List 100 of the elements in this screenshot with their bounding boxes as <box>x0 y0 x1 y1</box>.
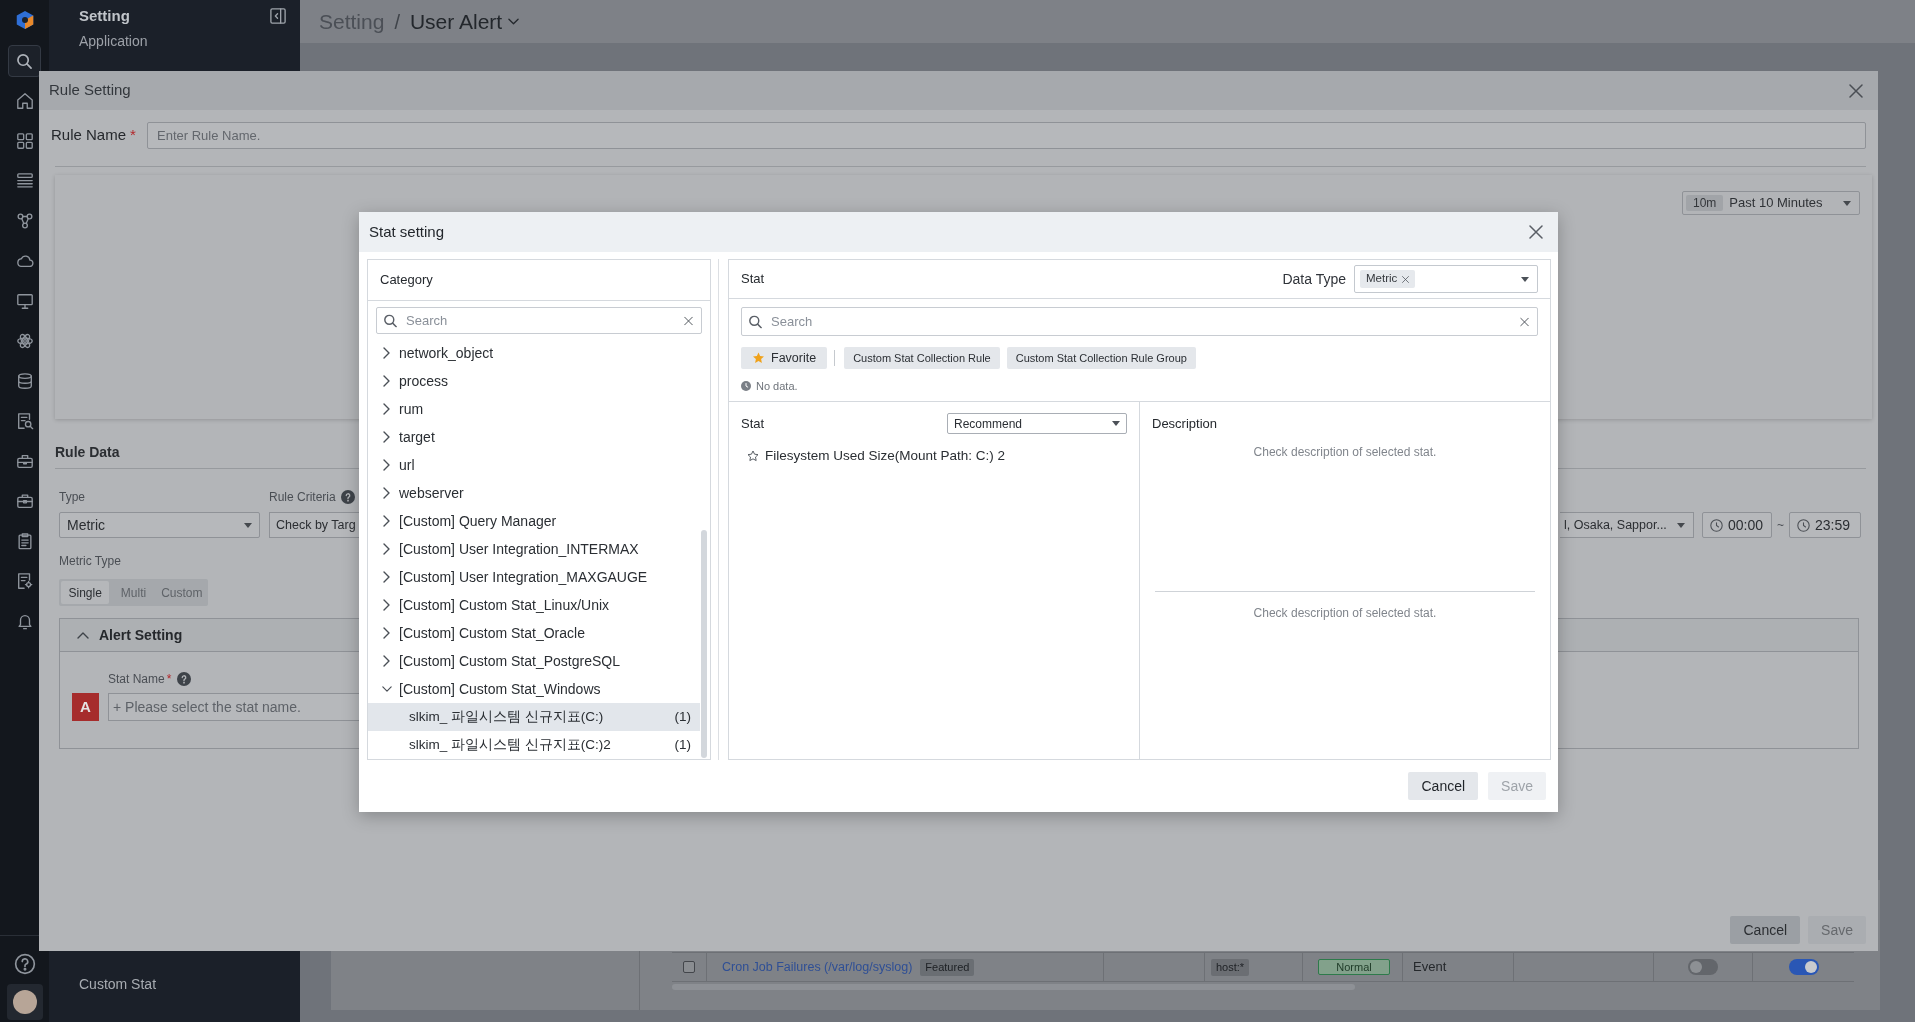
help-icon[interactable] <box>13 953 36 975</box>
tree-item[interactable]: [Custom] Query Manager <box>368 507 700 535</box>
avatar-icon[interactable] <box>12 990 37 1014</box>
nodes-icon[interactable] <box>15 212 34 230</box>
clipboard-icon[interactable] <box>15 532 34 550</box>
dropdown[interactable]: l, Osaka, Sappor... <box>1560 512 1694 538</box>
filter-chip[interactable]: Custom Stat Collection Rule Group <box>1006 347 1196 369</box>
time-field[interactable]: 23:59 <box>1789 512 1861 538</box>
filter-chip[interactable]: Custom Stat Collection Rule <box>844 347 1000 369</box>
tree-item[interactable]: target <box>368 423 700 451</box>
clock-icon <box>1710 518 1723 532</box>
chevron-right-icon[interactable] <box>383 403 390 415</box>
clear-icon[interactable] <box>1520 317 1529 326</box>
search-icon <box>749 315 762 328</box>
tree-item[interactable]: [Custom] Custom Stat_Oracle <box>368 619 700 647</box>
logo-icon <box>15 10 34 30</box>
tree-item[interactable]: [Custom] User Integration_MAXGAUGE <box>368 563 700 591</box>
tree-item[interactable]: webserver <box>368 479 700 507</box>
star-icon[interactable] <box>747 450 759 462</box>
close-icon[interactable] <box>1529 225 1543 239</box>
chevron-right-icon[interactable] <box>383 515 390 527</box>
caret-icon <box>1112 421 1120 426</box>
chevron-right-icon[interactable] <box>383 431 390 443</box>
field-label: Rule Criteria <box>269 489 336 506</box>
segment-tab[interactable]: Single <box>61 581 110 604</box>
sidebar-item[interactable]: Application <box>79 32 148 50</box>
dialog-title: Rule Setting <box>49 80 131 101</box>
chevron-right-icon[interactable] <box>383 627 390 639</box>
search-field[interactable]: Search <box>376 307 702 334</box>
field-label: Metric Type <box>59 553 121 569</box>
chevron-right-icon[interactable] <box>383 543 390 555</box>
tree-item[interactable]: [Custom] Custom Stat_PostgreSQL <box>368 647 700 675</box>
hint-text: Check description of selected stat. <box>1253 444 1437 460</box>
grid-icon[interactable] <box>15 132 34 150</box>
required-mark: * <box>130 125 136 146</box>
tree-item[interactable]: [Custom] Custom Stat_Windows <box>368 675 700 703</box>
toggle-switch[interactable] <box>1788 959 1819 975</box>
home-icon[interactable] <box>15 92 34 110</box>
chevron-right-icon[interactable] <box>383 459 390 471</box>
breadcrumb-dropdown[interactable]: User Alert <box>409 5 520 38</box>
panel-title: Stat <box>741 270 765 289</box>
scrollbar-thumb[interactable] <box>701 530 707 758</box>
rule-name-field[interactable]: Enter Rule Name. <box>147 122 1866 149</box>
button[interactable]: Cancel <box>1408 772 1479 800</box>
stat-item[interactable]: Filesystem Used Size(Mount Path: C:) 2 <box>729 444 1012 468</box>
close-icon[interactable] <box>1849 83 1863 98</box>
tree-item[interactable]: [Custom] User Integration_INTERMAX <box>368 535 700 563</box>
tree-item[interactable]: process <box>368 367 700 395</box>
chevron-right-icon[interactable] <box>383 487 390 499</box>
list-icon[interactable] <box>15 172 34 190</box>
document-gear-icon[interactable] <box>15 572 34 590</box>
multi-select[interactable]: Metric <box>1354 265 1538 293</box>
monitor-icon[interactable] <box>15 292 34 310</box>
help-icon[interactable] <box>177 672 192 686</box>
toolbox-icon[interactable] <box>15 452 34 470</box>
status-text: No data. <box>756 378 798 394</box>
clear-icon[interactable] <box>684 316 693 325</box>
dropdown[interactable]: Metric <box>59 512 260 538</box>
chevron-right-icon[interactable] <box>383 655 390 667</box>
stat-name-field[interactable]: + Please select the stat name. <box>108 693 359 721</box>
checkbox[interactable] <box>683 961 695 973</box>
caret-icon <box>1843 200 1851 206</box>
dropdown[interactable]: Recommend <box>947 413 1127 434</box>
search-field[interactable]: Search <box>741 307 1538 336</box>
button[interactable]: Cancel <box>1730 916 1801 944</box>
chevron-right-icon[interactable] <box>383 375 390 387</box>
sidebar-item[interactable]: Custom Stat <box>79 974 157 994</box>
toggle-switch[interactable] <box>1688 959 1718 975</box>
dropdown[interactable]: Check by Targ <box>269 512 359 538</box>
field-label: Data Type <box>1282 269 1346 289</box>
panel-title: Description <box>1152 414 1218 433</box>
chevron-down-icon[interactable] <box>382 686 392 692</box>
chevron-right-icon[interactable] <box>383 599 390 611</box>
tree-item[interactable]: network_object <box>368 339 700 367</box>
table-cell-text: Event <box>1413 958 1447 977</box>
cloud-icon[interactable] <box>15 252 34 270</box>
tree-item[interactable]: url <box>368 451 700 479</box>
remove-icon[interactable] <box>1402 275 1410 283</box>
status-badge: Normal <box>1318 959 1390 975</box>
filter-chip[interactable]: Favorite <box>741 347 828 369</box>
document-search-icon[interactable] <box>15 412 34 430</box>
search-button[interactable] <box>8 45 41 77</box>
chevron-right-icon[interactable] <box>383 347 390 359</box>
range-separator: ~ <box>1776 517 1785 534</box>
field-label: Rule Name <box>51 125 127 146</box>
briefcase-icon[interactable] <box>15 492 34 510</box>
time-range-dropdown[interactable]: 10m Past 10 Minutes <box>1682 191 1860 215</box>
database-icon[interactable] <box>15 372 34 390</box>
tree-item[interactable]: rum <box>368 395 700 423</box>
section-title: Rule Data <box>55 443 120 461</box>
chevron-right-icon[interactable] <box>383 571 390 583</box>
time-field[interactable]: 00:00 <box>1702 512 1772 538</box>
help-icon[interactable] <box>340 490 355 504</box>
atom-icon[interactable] <box>15 332 34 350</box>
panel-collapse-icon[interactable] <box>270 8 286 24</box>
tree-item[interactable]: slkim_ 파일시스템 신규지표(C:) (1) <box>368 703 700 731</box>
data-type-tag[interactable]: Metric <box>1360 270 1416 288</box>
tree-item[interactable]: [Custom] Custom Stat_Linux/Unix <box>368 591 700 619</box>
scope-badge: host:* <box>1211 958 1250 976</box>
field-label: Type <box>59 489 85 505</box>
